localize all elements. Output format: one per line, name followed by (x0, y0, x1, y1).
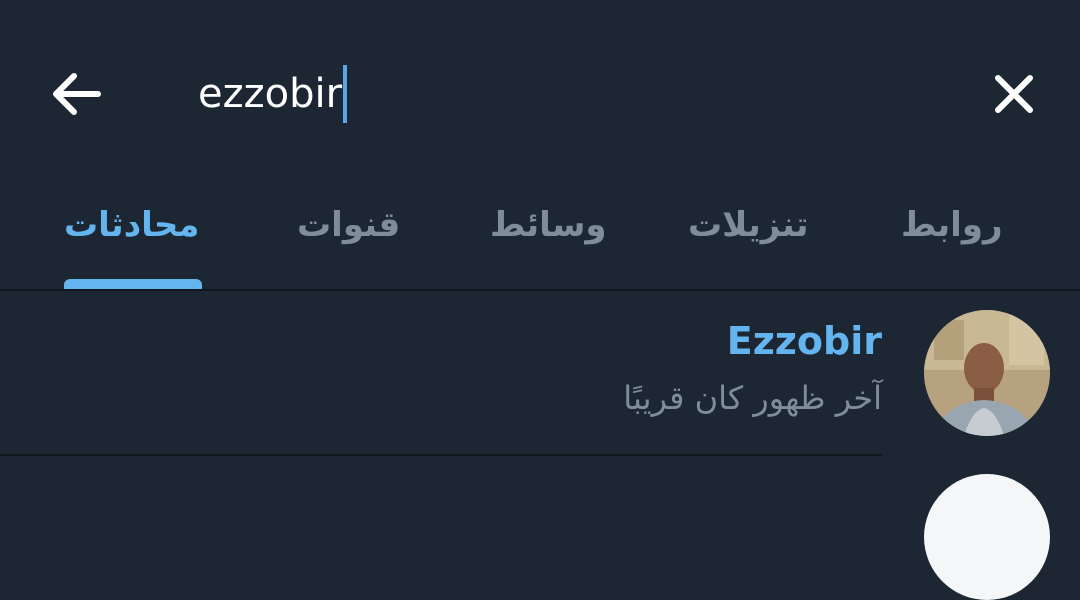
result-last-seen: آخر ظهور كان قريبًا (623, 379, 882, 417)
search-result-row[interactable]: Ezzobir آخر ظهور كان قريبًا (0, 291, 1080, 455)
avatar (924, 474, 1050, 600)
close-icon (995, 75, 1033, 113)
arrow-left-icon (53, 73, 101, 115)
tab-media[interactable]: وسائط (490, 205, 607, 253)
avatar (924, 310, 1050, 436)
text-caret (343, 65, 348, 123)
tab-downloads[interactable]: تنزيلات (688, 205, 809, 253)
back-button[interactable] (44, 62, 108, 126)
search-input[interactable]: ezzobir (198, 64, 342, 124)
tab-chats[interactable]: محادثات (64, 205, 199, 253)
search-header: ezzobir (0, 0, 1080, 185)
user-photo-icon (924, 310, 1050, 436)
clear-search-button[interactable] (982, 62, 1046, 126)
tab-links[interactable]: روابط (901, 205, 1003, 253)
tab-channels[interactable]: قنوات (297, 205, 400, 253)
search-field[interactable]: ezzobir (198, 64, 348, 124)
result-name: Ezzobir (726, 319, 882, 363)
active-tab-indicator (64, 279, 202, 289)
row-divider (0, 454, 882, 456)
search-tabs: محادثات قنوات وسائط تنزيلات روابط (0, 185, 1080, 289)
